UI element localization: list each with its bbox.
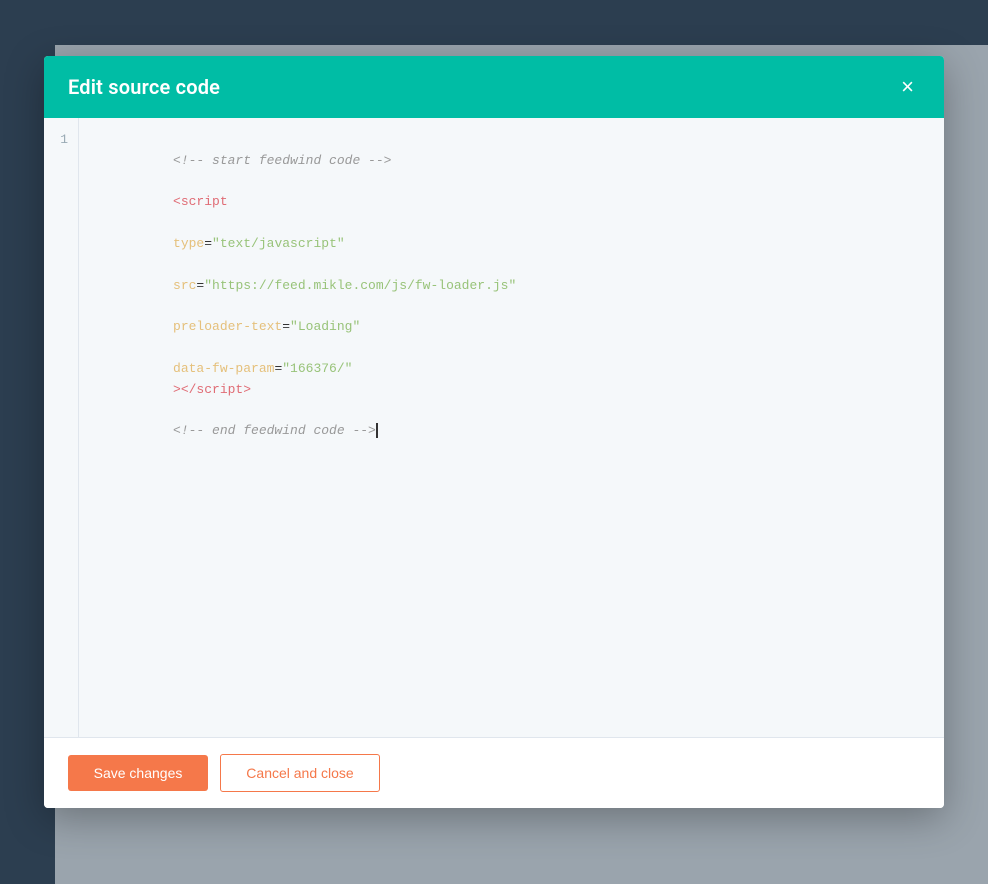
modal-title: Edit source code <box>68 75 220 99</box>
attr-preloader: preloader-text <box>173 319 282 334</box>
line-numbers: 1 <box>44 118 79 737</box>
code-editor[interactable]: <!-- start feedwind code --> <script typ… <box>79 118 944 737</box>
comment-start: <!-- start feedwind code --> <box>173 153 391 168</box>
tag-close-slash: ></script> <box>173 382 251 397</box>
tag-open: <script <box>173 194 228 209</box>
code-space3 <box>173 257 181 272</box>
cancel-close-button[interactable]: Cancel and close <box>220 754 380 792</box>
comment-end: <!-- end feedwind code --> <box>173 423 376 438</box>
attr-type: type <box>173 236 204 251</box>
modal-footer: Save changes Cancel and close <box>44 738 944 808</box>
save-changes-button[interactable]: Save changes <box>68 755 208 791</box>
close-icon: × <box>901 76 914 98</box>
code-space6 <box>173 402 181 417</box>
attr-preloader-val: "Loading" <box>290 319 360 334</box>
modal-header: Edit source code × <box>44 56 944 118</box>
code-space <box>173 174 181 189</box>
modal-body: 1 <!-- start feedwind code --> <script t… <box>44 118 944 738</box>
attr-src-val: "https://feed.mikle.com/js/fw-loader.js" <box>204 278 516 293</box>
attr-fw-param-val: "166376/" <box>282 361 352 376</box>
attr-fw-param: data-fw-param <box>173 361 274 376</box>
modal-overlay: Edit source code × 1 <!-- start feedwind… <box>0 0 988 884</box>
code-line-1: <!-- start feedwind code --> <script typ… <box>95 130 928 463</box>
text-cursor <box>376 423 378 438</box>
attr-src: src <box>173 278 196 293</box>
attr-type-val: "text/javascript" <box>212 236 345 251</box>
code-space5 <box>173 340 181 355</box>
code-space2 <box>173 215 181 230</box>
modal-close-button[interactable]: × <box>895 74 920 100</box>
line-number-1: 1 <box>60 130 68 151</box>
code-space4 <box>173 298 181 313</box>
modal-dialog: Edit source code × 1 <!-- start feedwind… <box>44 56 944 808</box>
